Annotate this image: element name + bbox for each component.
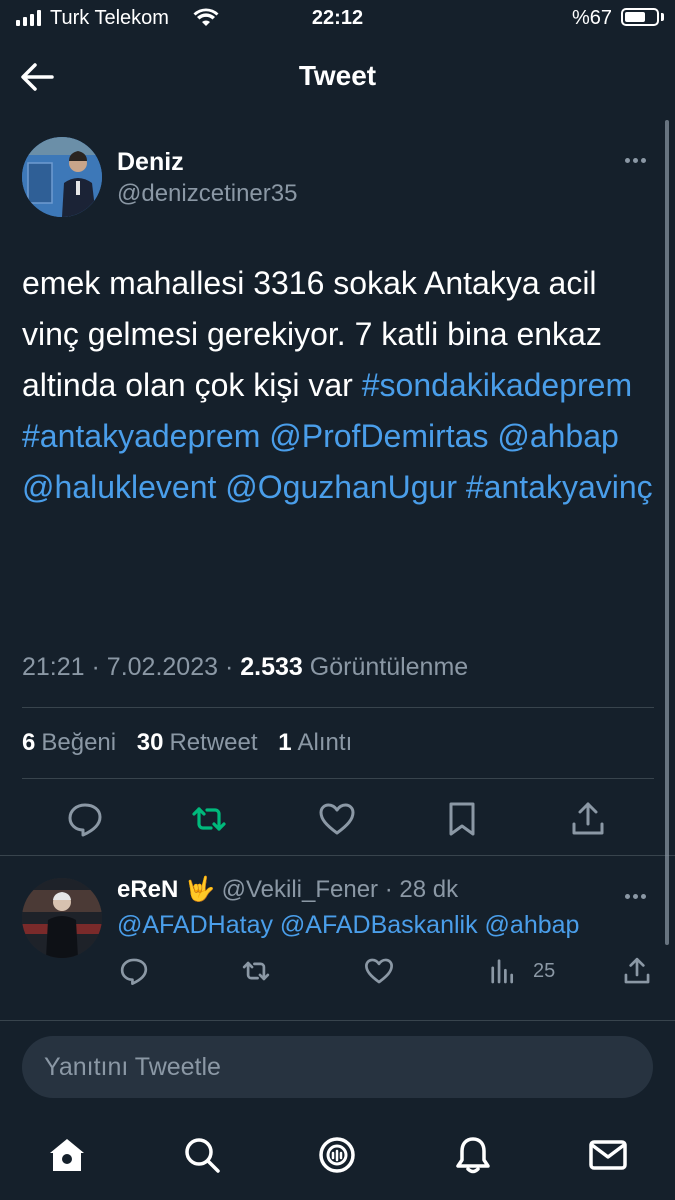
battery-nub xyxy=(661,13,664,21)
like-icon[interactable] xyxy=(318,800,356,838)
separator-dot: · xyxy=(384,876,400,903)
reply-author-handle[interactable]: @Vekili_Fener xyxy=(222,876,378,903)
author-handle[interactable]: @denizcetiner35 xyxy=(117,180,297,208)
tweet-meta: 21:21 · 7.02.2023 · 2.533 Görüntülenme xyxy=(22,653,468,682)
quotes-label: Alıntı xyxy=(297,729,353,756)
reply-header: eReN 🤟 @Vekili_Fener · 28 dk xyxy=(117,875,458,904)
tweet-date: 7.02.2023 xyxy=(106,653,219,681)
mention-link[interactable]: @OguzhanUgur xyxy=(225,469,457,505)
bookmark-icon[interactable] xyxy=(443,800,481,838)
views-label: Görüntülenme xyxy=(309,653,469,681)
reply-avatar[interactable] xyxy=(22,878,102,958)
share-icon[interactable] xyxy=(622,956,652,986)
more-icon[interactable] xyxy=(625,150,649,168)
retweets-label: Retweet xyxy=(169,729,258,756)
avatar[interactable] xyxy=(22,137,102,217)
notifications-icon[interactable] xyxy=(453,1135,493,1175)
share-icon[interactable] xyxy=(569,800,607,838)
status-bar: Turk Telekom 22:12 %67 xyxy=(0,0,675,38)
tweet-text: emek mahallesi 3316 sokak Antakya acil v… xyxy=(22,258,657,513)
hashtag-link[interactable]: #sondakikadeprem xyxy=(362,367,632,403)
engagement-stats: 6 Beğeni 30 Retweet 1 Alıntı xyxy=(22,729,352,757)
divider xyxy=(22,778,654,779)
separator-dot: · xyxy=(91,653,107,681)
reply-text[interactable]: @AFADHatay @AFADBaskanlik @ahbap xyxy=(117,911,579,940)
battery-percent: %67 xyxy=(572,7,613,29)
likes-stat[interactable]: 6 Beğeni xyxy=(22,729,116,756)
retweets-count: 30 xyxy=(136,729,164,756)
reply-more-icon[interactable] xyxy=(625,886,649,904)
author-name[interactable]: Deniz xyxy=(117,148,184,177)
messages-icon[interactable] xyxy=(588,1135,628,1175)
likes-label: Beğeni xyxy=(41,729,117,756)
scrollbar[interactable] xyxy=(665,120,669,945)
tweet-time: 21:21 xyxy=(22,653,85,681)
reply-age: 28 dk xyxy=(399,876,459,903)
reply-views-count: 25 xyxy=(533,960,556,982)
retweets-stat[interactable]: 30 Retweet xyxy=(137,729,258,756)
quotes-stat[interactable]: 1 Alıntı xyxy=(278,729,352,756)
hashtag-link[interactable]: #antakyadeprem xyxy=(22,418,260,454)
reply-input-placeholder: Yanıtını Tweetle xyxy=(44,1053,221,1081)
home-icon[interactable] xyxy=(47,1135,87,1175)
likes-count: 6 xyxy=(22,729,36,756)
like-icon[interactable] xyxy=(364,956,394,986)
mention-link[interactable]: @ahbap xyxy=(497,418,618,454)
page-title: Tweet xyxy=(298,60,377,91)
mention-link[interactable]: @haluklevent xyxy=(22,469,216,505)
quotes-count: 1 xyxy=(278,729,292,756)
spaces-icon[interactable] xyxy=(317,1135,357,1175)
search-icon[interactable] xyxy=(182,1135,222,1175)
hashtag-link[interactable]: #antakyavinç xyxy=(466,469,653,505)
mention-link[interactable]: @ProfDemirtas xyxy=(269,418,488,454)
separator-dot: · xyxy=(224,653,241,681)
divider xyxy=(22,707,654,708)
views-icon[interactable] xyxy=(488,956,518,986)
divider xyxy=(0,855,675,856)
hand-emoji: 🤟 xyxy=(185,876,215,903)
retweet-icon[interactable] xyxy=(190,800,228,838)
reply-icon[interactable] xyxy=(66,800,104,838)
views-count: 2.533 xyxy=(240,653,303,681)
reply-icon[interactable] xyxy=(119,956,149,986)
battery-icon xyxy=(621,8,659,26)
retweet-icon[interactable] xyxy=(241,956,271,986)
reply-author-name[interactable]: eReN xyxy=(117,876,178,903)
divider xyxy=(0,1020,675,1021)
